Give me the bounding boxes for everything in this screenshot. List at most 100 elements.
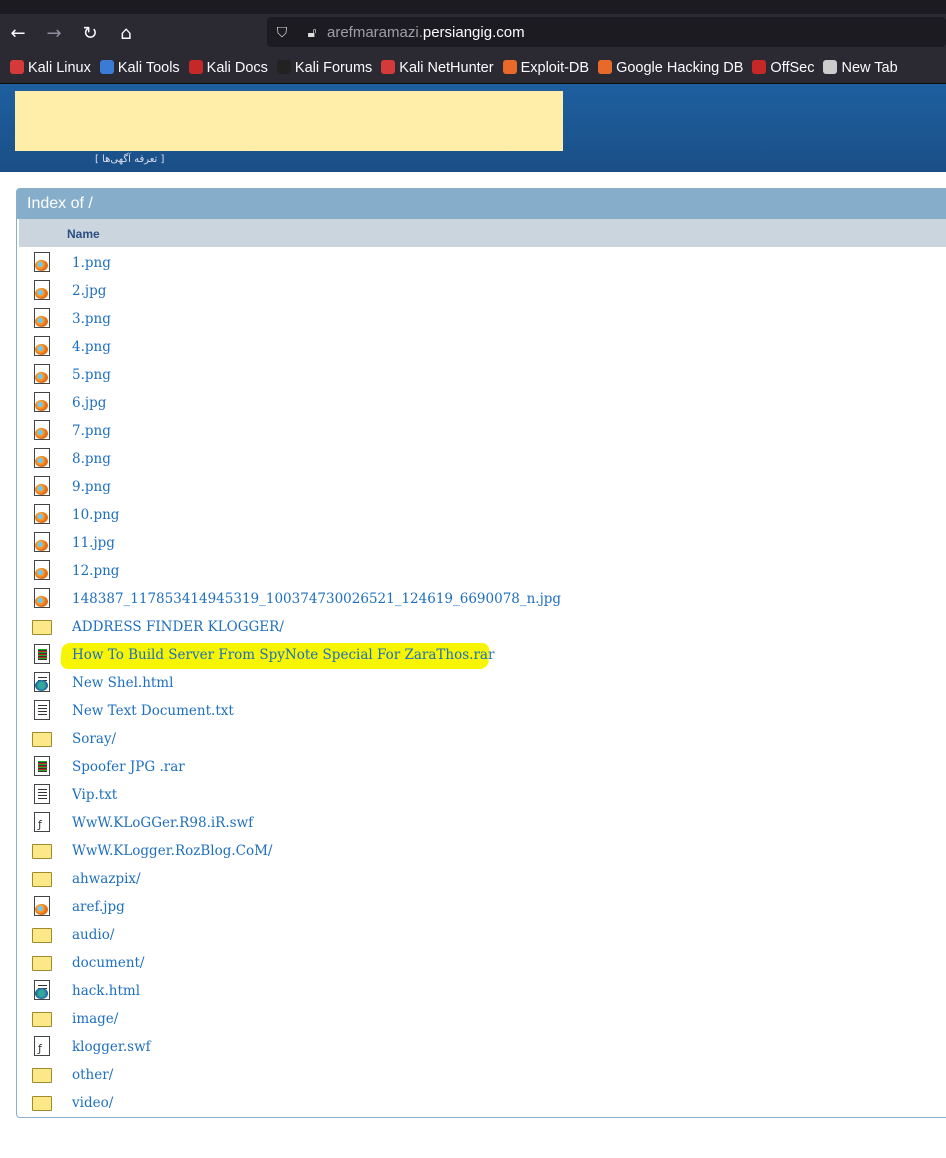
column-header-name[interactable]: Name <box>19 219 946 247</box>
image-icon <box>32 308 52 330</box>
bookmark-label: Kali Docs <box>206 59 268 76</box>
file-link[interactable]: 2.jpg <box>72 283 106 299</box>
file-link[interactable]: document/ <box>72 955 144 971</box>
file-link[interactable]: Soray/ <box>72 731 116 747</box>
text-icon <box>32 700 52 722</box>
shield-icon[interactable]: ⛉ <box>267 24 297 41</box>
bookmark-icon <box>598 59 613 74</box>
file-link[interactable]: 148387_117853414945319_100374730026521_1… <box>72 591 561 607</box>
image-icon <box>32 392 52 414</box>
tab-strip <box>0 0 946 14</box>
ad-rates-link[interactable]: [ تعرفه آگهی‌ها ] <box>95 154 164 165</box>
bookmark-icon <box>188 59 203 74</box>
file-link[interactable]: How To Build Server From SpyNote Special… <box>72 647 494 663</box>
ad-slot[interactable] <box>15 91 563 151</box>
file-row: audio/ <box>17 921 946 949</box>
file-row: Soray/ <box>17 725 946 753</box>
file-link[interactable]: image/ <box>72 1011 118 1027</box>
file-link[interactable]: New Text Document.txt <box>72 703 234 719</box>
image-icon <box>32 336 52 358</box>
file-link[interactable]: Spoofer JPG .rar <box>72 759 185 775</box>
folder-icon <box>32 868 52 890</box>
file-link[interactable]: 7.png <box>72 423 111 439</box>
image-icon <box>32 280 52 302</box>
file-link[interactable]: Vip.txt <box>72 787 117 803</box>
image-icon <box>32 896 52 918</box>
bookmark-item[interactable]: Kali Docs <box>188 59 268 76</box>
file-link[interactable]: 4.png <box>72 339 111 355</box>
image-icon <box>32 420 52 442</box>
web-icon <box>32 980 52 1002</box>
swf-icon: ƒ <box>32 1036 52 1058</box>
bookmark-icon <box>823 59 838 74</box>
bookmark-item[interactable]: Kali Forums <box>276 59 373 76</box>
file-link[interactable]: other/ <box>72 1067 113 1083</box>
file-row: 12.png <box>17 557 946 585</box>
bookmark-icon <box>10 59 24 74</box>
file-link[interactable]: audio/ <box>72 927 114 943</box>
forward-button[interactable]: → <box>36 23 72 44</box>
bookmark-item[interactable]: Exploit-DB <box>502 59 589 76</box>
bookmark-item[interactable]: New Tab <box>823 59 898 76</box>
file-link[interactable]: klogger.swf <box>72 1039 151 1055</box>
file-row: 10.png <box>17 501 946 529</box>
page-title: Index of / <box>17 189 946 219</box>
folder-icon <box>32 728 52 750</box>
file-link[interactable]: video/ <box>72 1095 113 1111</box>
bookmark-label: Kali Forums <box>294 59 373 76</box>
file-link[interactable]: 5.png <box>72 367 111 383</box>
file-link[interactable]: ADDRESS FINDER KLOGGER/ <box>72 619 284 635</box>
file-link[interactable]: 10.png <box>72 507 119 523</box>
directory-listing: Index of / Name 1.png 2.jpg 3.png 4.png 5.pn… <box>16 188 946 1118</box>
file-link[interactable]: 9.png <box>72 479 111 495</box>
folder-icon <box>32 924 52 946</box>
file-row: 11.jpg <box>17 529 946 557</box>
file-link[interactable]: 11.jpg <box>72 535 115 551</box>
web-icon <box>32 672 52 694</box>
back-button[interactable]: ← <box>0 23 36 44</box>
file-link[interactable]: 12.png <box>72 563 119 579</box>
image-icon <box>32 476 52 498</box>
file-link[interactable]: 3.png <box>72 311 111 327</box>
file-row: document/ <box>17 949 946 977</box>
bookmark-label: Kali Linux <box>28 59 91 76</box>
file-link[interactable]: hack.html <box>72 983 140 999</box>
bookmark-item[interactable]: Kali NetHunter <box>381 59 494 76</box>
image-icon <box>32 448 52 470</box>
insecure-lock-icon[interactable]: 🔓︎ <box>297 24 327 41</box>
file-row: Spoofer JPG .rar <box>17 753 946 781</box>
image-icon <box>32 504 52 526</box>
bookmark-icon <box>502 59 517 74</box>
file-link[interactable]: 6.jpg <box>72 395 106 411</box>
file-link[interactable]: 1.png <box>72 255 111 271</box>
bookmark-icon <box>381 59 396 74</box>
file-link[interactable]: aref.jpg <box>72 899 125 915</box>
bookmark-icon <box>99 59 114 74</box>
reload-button[interactable]: ↻ <box>72 23 108 44</box>
file-row: ƒ WwW.KLoGGer.R98.iR.swf <box>17 809 946 837</box>
file-row: 1.png <box>17 249 946 277</box>
file-row: 9.png <box>17 473 946 501</box>
file-link[interactable]: New Shel.html <box>72 675 173 691</box>
file-row: 3.png <box>17 305 946 333</box>
bookmark-item[interactable]: Kali Linux <box>10 59 91 76</box>
file-row: Vip.txt <box>17 781 946 809</box>
file-link[interactable]: WwW.KLoGGer.R98.iR.swf <box>72 815 253 831</box>
file-link[interactable]: ahwazpix/ <box>72 871 141 887</box>
bookmark-item[interactable]: Google Hacking DB <box>598 59 743 76</box>
archive-icon <box>32 756 52 778</box>
file-row: other/ <box>17 1061 946 1089</box>
file-row: New Shel.html <box>17 669 946 697</box>
bookmark-label: OffSec <box>770 59 815 76</box>
bookmark-item[interactable]: OffSec <box>752 59 815 76</box>
image-icon <box>32 364 52 386</box>
file-row: 2.jpg <box>17 277 946 305</box>
file-link[interactable]: WwW.KLogger.RozBlog.CoM/ <box>72 843 272 859</box>
home-button[interactable]: ⌂ <box>108 23 144 44</box>
file-row: 5.png <box>17 361 946 389</box>
file-link[interactable]: 8.png <box>72 451 111 467</box>
url-bar[interactable]: ⛉ 🔓︎ arefmaramazi. persiangig.com <box>267 17 946 47</box>
file-row: 8.png <box>17 445 946 473</box>
bookmark-item[interactable]: Kali Tools <box>99 59 180 76</box>
swf-icon: ƒ <box>32 812 52 834</box>
